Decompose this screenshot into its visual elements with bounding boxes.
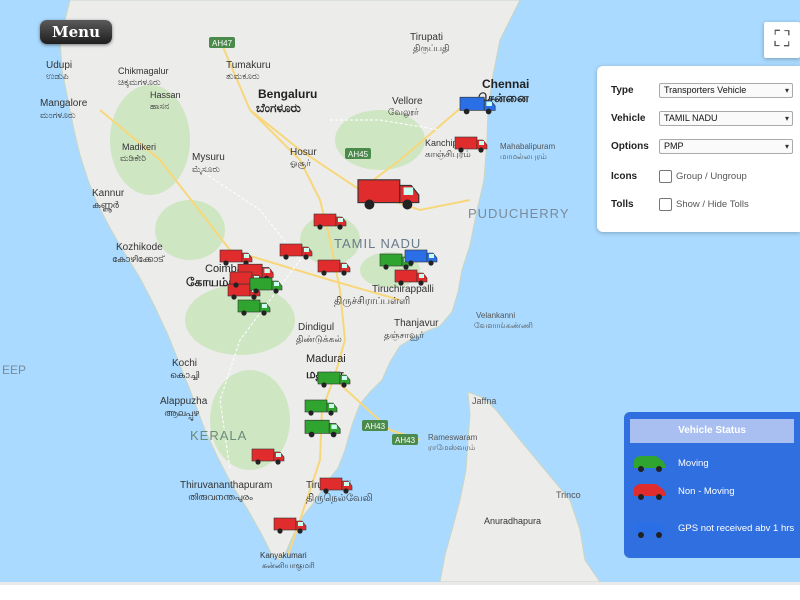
status-non-moving: Non - Moving (624, 480, 800, 502)
group-checkbox-label: Group / Ungroup (676, 170, 747, 182)
city-hosur: Hosur (290, 147, 317, 158)
region-puducherry: PUDUCHERRY (468, 206, 570, 221)
chevron-down-icon: ▾ (784, 113, 789, 123)
city-madurai: Madurai (306, 353, 346, 365)
status-moving: Moving (624, 452, 800, 474)
city-madikeri: Madikeri (122, 142, 156, 152)
menu-button[interactable]: Menu (40, 20, 112, 44)
city-mahabalipuram-ta: மாமல்லபுரம் (500, 152, 547, 161)
city-kozhikode-ml: കോഴിക്കോട് (112, 254, 165, 264)
city-kanyakumari-ta: கன்னியாகுமரி (262, 561, 315, 571)
city-hassan-kn: ಹಾಸನ (150, 101, 169, 111)
city-thiruvananthapuram: Thiruvananthapuram (180, 480, 272, 491)
region-tamil-nadu: TAMIL NADU (334, 236, 421, 251)
city-bengaluru: Bengaluru (258, 87, 317, 101)
type-label: Type (611, 84, 634, 96)
city-kozhikode: Kozhikode (116, 242, 163, 253)
status-gps-label: GPS not received abv 1 hrs (678, 523, 795, 534)
tolls-row: Tolls Show / Hide Tolls (611, 194, 749, 214)
options-row: Options PMP ▾ (611, 136, 793, 156)
vehicle-status-legend: Vehicle Status Moving Non - Moving GPS n… (624, 412, 800, 558)
city-hassan: Hassan (150, 90, 181, 100)
city-chikmagalur: Chikmagalur (118, 66, 169, 76)
city-velankanni-ta: வேளாங்கண்ணி (474, 321, 533, 330)
tolls-checkbox[interactable] (659, 197, 672, 211)
city-tiruchirappalli-ta: திருச்சிராப்பள்ளி (334, 296, 410, 307)
non-moving-van-icon (634, 484, 666, 500)
city-tirupati-ta: திருப்பதி (413, 43, 449, 54)
highway-ah43: AH43 (365, 422, 386, 431)
status-non-moving-label: Non - Moving (678, 485, 735, 497)
city-tiruchirappalli: Tiruchirappalli (372, 284, 434, 295)
city-thiruvananthapuram-ml: തിരുവനന്തപുരം (188, 492, 253, 503)
city-vellore: Vellore (392, 96, 423, 107)
highway-ah45: AH45 (348, 150, 369, 159)
vehicle-row: Vehicle TAMIL NADU ▾ (611, 108, 793, 128)
options-label: Options (611, 140, 649, 152)
city-kochi-ml: കൊച്ചി (170, 370, 199, 380)
city-kanchipuram-ta: காஞ்சிபுரம் (425, 149, 471, 160)
vehicle-select[interactable]: TAMIL NADU ▾ (659, 110, 793, 126)
options-select[interactable]: PMP ▾ (659, 138, 793, 154)
city-chennai: Chennai (482, 77, 529, 91)
city-madikeri-kn: ಮಡಿಕೇರಿ (120, 153, 146, 163)
city-tirunelveli-ta: திருநெல்வேலி (306, 493, 373, 504)
group-checkbox[interactable] (659, 169, 672, 183)
city-tumakuru-kn: ತುಮಕೂರು (226, 71, 260, 81)
filter-panel: Type Transporters Vehicle ▾ Vehicle TAMIL… (597, 66, 800, 232)
vehicle-value: TAMIL NADU (664, 112, 718, 123)
status-gps-not-received: GPS not received abv 1 hrs (624, 510, 800, 548)
region-lakshadweep: EEP (2, 363, 26, 377)
tolls-label: Tolls (611, 198, 634, 210)
gps-van-icon (634, 522, 666, 538)
vehicle-status-title: Vehicle Status (630, 419, 794, 443)
fullscreen-icon[interactable]: ⛶ (764, 22, 800, 58)
city-kannur: Kannur (92, 188, 125, 199)
city-mysuru-kn: ಮೈಸೂರು (192, 164, 220, 175)
city-thanjavur-ta: தஞ்சாவூர் (384, 330, 424, 341)
city-mangalore-kn: ಮಂಗಳೂರು (40, 110, 76, 120)
map-frame: Tirupati திருப்பதி Chennai சென்னை Udupi … (0, 0, 800, 585)
city-mangalore: Mangalore (40, 98, 88, 109)
city-jaffna: Jaffna (472, 396, 496, 406)
moving-van-icon (634, 456, 666, 472)
chevron-down-icon: ▾ (784, 85, 789, 95)
city-thanjavur: Thanjavur (394, 318, 439, 329)
city-anuradhapura: Anuradhapura (484, 516, 541, 526)
region-kerala: KERALA (190, 428, 247, 443)
highway-ah43-2: AH43 (395, 436, 416, 445)
city-tirupati: Tirupati (410, 32, 443, 43)
icons-label: Icons (611, 170, 638, 182)
type-value: Transporters Vehicle (664, 84, 747, 95)
city-kanyakumari: Kanyakumari (260, 551, 307, 560)
city-hosur-ta: ஓசூர் (290, 158, 311, 169)
city-udupi: Udupi (46, 60, 72, 71)
city-kochi: Kochi (172, 358, 197, 369)
tolls-checkbox-label: Show / Hide Tolls (676, 198, 749, 210)
chevron-down-icon: ▾ (784, 141, 789, 151)
vehicle-label: Vehicle (611, 112, 646, 124)
options-value: PMP (664, 140, 684, 151)
city-alappuzha: Alappuzha (160, 396, 208, 407)
city-chikmagalur-kn: ಚಿಕ್ಕಮಗಳೂರು (118, 77, 161, 88)
city-dindigul-ta: திண்டுக்கல் (296, 334, 342, 344)
city-bengaluru-kn: ಬೆಂಗಳೂರು (256, 101, 301, 115)
city-rameswaram: Rameswaram (428, 433, 478, 442)
city-trinco: Trinco (556, 490, 581, 500)
city-rameswaram-ta: ராமேஸ்வரம் (428, 443, 475, 452)
city-udupi-kn: ಉಡುಪಿ (46, 71, 69, 81)
city-dindigul: Dindigul (298, 322, 334, 333)
highway-ah47: AH47 (212, 39, 233, 48)
city-mysuru: Mysuru (192, 152, 225, 163)
type-row: Type Transporters Vehicle ▾ (611, 80, 793, 100)
city-mahabalipuram: Mahabalipuram (500, 142, 555, 151)
type-select[interactable]: Transporters Vehicle ▾ (659, 82, 793, 98)
city-vellore-ta: வேலூர் (388, 107, 419, 118)
city-tumakuru: Tumakuru (226, 60, 271, 71)
icons-row: Icons Group / Ungroup (611, 166, 747, 186)
city-velankanni: Velankanni (476, 311, 515, 320)
status-moving-label: Moving (678, 457, 709, 469)
